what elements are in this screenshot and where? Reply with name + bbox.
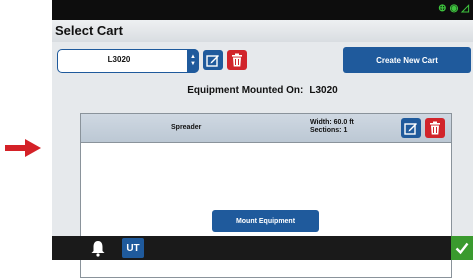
bottom-bar: UT — [52, 236, 473, 260]
wifi-off-icon: ◿ — [461, 3, 469, 14]
ut-label: UT — [126, 242, 140, 254]
mounted-on-line: Equipment Mounted On: L3020 — [52, 85, 473, 96]
trash-icon — [430, 121, 440, 135]
cart-select-value: L3020 — [107, 55, 131, 64]
title-bar: Select Cart — [52, 20, 473, 43]
select-spinner-icon[interactable]: ▲ ▼ — [187, 49, 199, 73]
mounted-on-value: L3020 — [309, 85, 338, 96]
edit-icon — [206, 55, 219, 67]
edit-icon — [404, 123, 417, 135]
edit-cart-button[interactable] — [203, 50, 223, 70]
edit-equipment-button[interactable] — [401, 118, 421, 138]
gps-icon: ⊕ — [438, 3, 447, 14]
status-bar: ⊕ ◉ ◿ — [52, 0, 473, 20]
delete-cart-button[interactable] — [227, 50, 247, 70]
equipment-row[interactable]: Spreader Width: 60.0 ft Sections: 1 — [81, 114, 451, 143]
check-icon — [455, 242, 469, 255]
cart-select[interactable]: L3020 ▲ ▼ — [57, 49, 199, 73]
page-title: Select Cart — [55, 23, 123, 38]
main-content: L3020 ▲ ▼ Create New Cart Equipment Mount… — [52, 42, 473, 278]
equipment-specs: Width: 60.0 ft Sections: 1 — [310, 119, 354, 135]
ut-button[interactable]: UT — [122, 238, 144, 258]
signal-icon: ◉ — [449, 3, 459, 14]
bell-icon[interactable] — [89, 239, 107, 257]
confirm-button[interactable] — [451, 236, 473, 260]
mounted-on-label: Equipment Mounted On: — [187, 85, 304, 96]
create-new-cart-button[interactable]: Create New Cart — [343, 47, 471, 73]
equipment-name: Spreader — [171, 124, 202, 131]
trash-icon — [232, 53, 242, 67]
delete-equipment-button[interactable] — [425, 118, 445, 138]
mount-equipment-button[interactable]: Mount Equipment — [212, 210, 319, 232]
equipment-width: Width: 60.0 ft — [310, 119, 354, 126]
pointer-arrow-icon — [5, 139, 41, 157]
equipment-sections: Sections: 1 — [310, 127, 348, 134]
